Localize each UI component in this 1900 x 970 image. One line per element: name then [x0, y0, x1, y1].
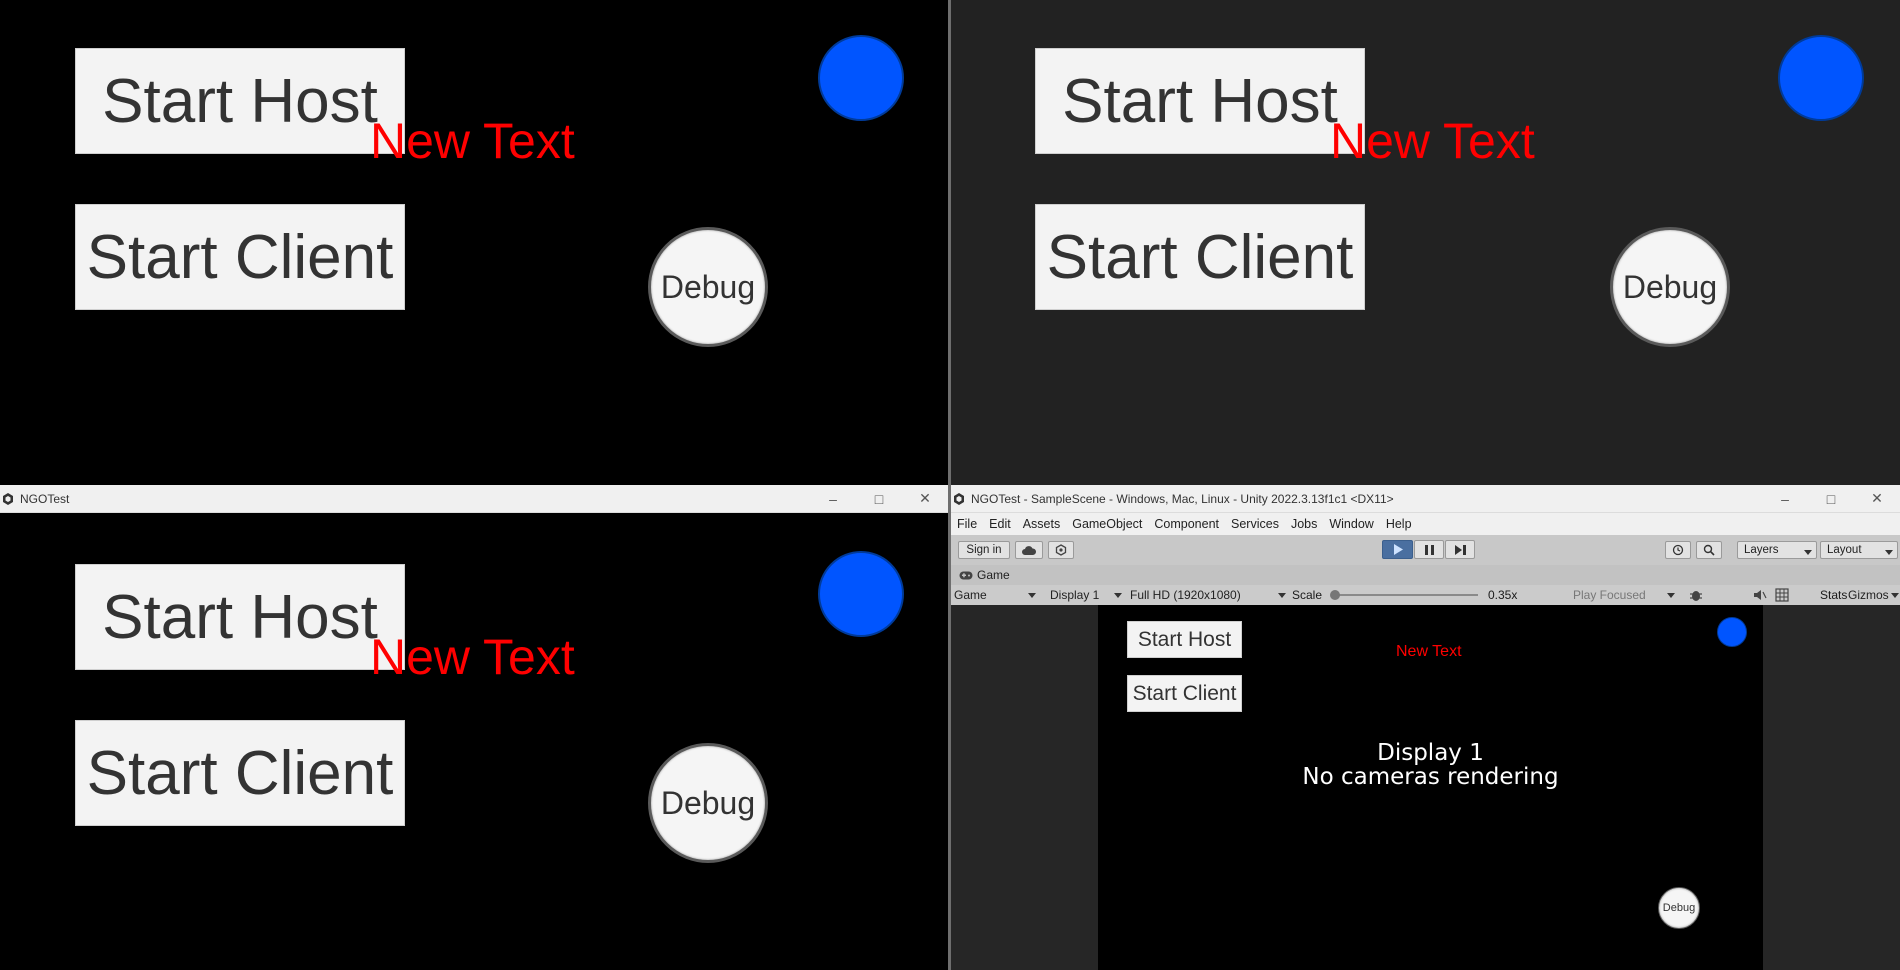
new-text-label: New Text	[370, 629, 575, 685]
unity-logo-icon	[953, 492, 965, 505]
display-line: Display 1	[1377, 740, 1484, 766]
layout-label: Layout	[1827, 544, 1862, 556]
resolution-label: Full HD (1920x1080)	[1130, 588, 1241, 602]
search-icon[interactable]	[1696, 541, 1722, 559]
history-icon[interactable]	[1665, 541, 1691, 559]
pause-icon[interactable]	[1414, 540, 1444, 559]
start-client-button[interactable]: Start Client	[1127, 675, 1242, 712]
game-mode-label: Game	[954, 588, 987, 602]
settings-icon[interactable]	[1048, 541, 1074, 559]
maximize-icon[interactable]: □	[856, 485, 902, 512]
game-tab[interactable]: Game	[977, 568, 1010, 582]
start-client-button[interactable]: Start Client	[75, 204, 405, 310]
start-client-button[interactable]: Start Client	[75, 720, 405, 826]
start-host-button[interactable]: Start Host	[75, 564, 405, 670]
debug-button[interactable]: Debug	[1658, 887, 1700, 929]
game-view-top-right: Start Host Start Client New Text Debug	[950, 0, 1900, 485]
layers-dropdown[interactable]: Layers	[1737, 541, 1817, 559]
gamepad-icon	[959, 571, 973, 580]
editor-menubar: File Edit Assets GameObject Component Se…	[951, 513, 1900, 535]
editor-titlebar: NGOTest - SampleScene - Windows, Mac, Li…	[951, 485, 1900, 513]
menu-jobs[interactable]: Jobs	[1285, 517, 1323, 531]
play-focused-label: Play Focused	[1573, 588, 1646, 602]
game-view-top-left: Start Host Start Client New Text Debug	[0, 0, 950, 485]
new-text-label: New Text	[370, 113, 575, 169]
menu-window[interactable]: Window	[1323, 517, 1379, 531]
minimize-icon[interactable]: –	[1762, 485, 1808, 512]
scale-value: 0.35x	[1488, 588, 1518, 602]
cloud-icon[interactable]	[1015, 541, 1043, 559]
player-window-titlebar: NGOTest – □ ✕	[0, 485, 948, 513]
no-camera-message: Display 1 No cameras rendering	[1098, 741, 1763, 789]
minimize-icon[interactable]: –	[810, 485, 856, 512]
debug-button[interactable]: Debug	[648, 227, 768, 347]
new-text-label: New Text	[1396, 643, 1462, 660]
game-viewport: Start Host Start Client New Text Display…	[1098, 605, 1763, 970]
layers-label: Layers	[1744, 544, 1779, 556]
menu-assets[interactable]: Assets	[1017, 517, 1067, 531]
menu-file[interactable]: File	[951, 517, 983, 531]
resolution-dropdown[interactable]: Full HD (1920x1080)	[1130, 585, 1290, 605]
player-dot	[1717, 617, 1747, 647]
debug-button[interactable]: Debug	[648, 743, 768, 863]
grid-icon[interactable]	[1775, 588, 1789, 605]
play-focused-dropdown[interactable]: Play Focused	[1573, 585, 1679, 605]
gizmos-label: Gizmos	[1848, 588, 1889, 602]
debug-button[interactable]: Debug	[1610, 227, 1730, 347]
game-view-toolbar: Game Display 1 Full HD (1920x1080) Scale…	[951, 585, 1900, 605]
sign-in-button[interactable]: Sign in	[958, 541, 1010, 559]
scale-slider[interactable]	[1330, 590, 1478, 600]
editor-toolbar: Sign in Layers Layout	[951, 535, 1900, 565]
close-icon[interactable]: ✕	[902, 485, 948, 512]
menu-component[interactable]: Component	[1148, 517, 1225, 531]
menu-edit[interactable]: Edit	[983, 517, 1017, 531]
scale-label: Scale	[1292, 588, 1323, 602]
no-cameras-line: No cameras rendering	[1302, 764, 1559, 790]
menu-gameobject[interactable]: GameObject	[1066, 517, 1148, 531]
player-window-title: NGOTest	[20, 491, 70, 506]
editor-title: NGOTest - SampleScene - Windows, Mac, Li…	[971, 491, 1394, 506]
maximize-icon[interactable]: □	[1808, 485, 1854, 512]
display-dropdown[interactable]: Display 1	[1050, 585, 1126, 605]
player-dot	[818, 35, 904, 121]
step-icon[interactable]	[1445, 540, 1475, 559]
scale-slider-handle[interactable]	[1330, 590, 1340, 600]
close-icon[interactable]: ✕	[1854, 485, 1900, 512]
menu-help[interactable]: Help	[1380, 517, 1418, 531]
menu-services[interactable]: Services	[1225, 517, 1285, 531]
player-dot	[1778, 35, 1864, 121]
gizmos-dropdown[interactable]: Gizmos	[1843, 585, 1899, 605]
start-host-button[interactable]: Start Host	[75, 48, 405, 154]
mute-icon[interactable]	[1753, 588, 1767, 605]
layout-dropdown[interactable]: Layout	[1820, 541, 1898, 559]
start-host-button[interactable]: Start Host	[1035, 48, 1365, 154]
start-client-button[interactable]: Start Client	[1035, 204, 1365, 310]
game-mode-dropdown[interactable]: Game	[954, 585, 1040, 605]
new-text-label: New Text	[1330, 113, 1535, 169]
bug-icon[interactable]	[1689, 588, 1703, 605]
play-icon[interactable]	[1382, 540, 1413, 559]
unity-logo-icon	[2, 492, 14, 505]
game-view-area: Start Host Start Client New Text Display…	[951, 605, 1900, 970]
game-tab-header: Game	[951, 565, 1900, 585]
game-view-bottom-left: Start Host Start Client New Text Debug	[0, 513, 948, 970]
start-host-button[interactable]: Start Host	[1127, 621, 1242, 658]
player-dot	[818, 551, 904, 637]
display-label: Display 1	[1050, 588, 1100, 602]
